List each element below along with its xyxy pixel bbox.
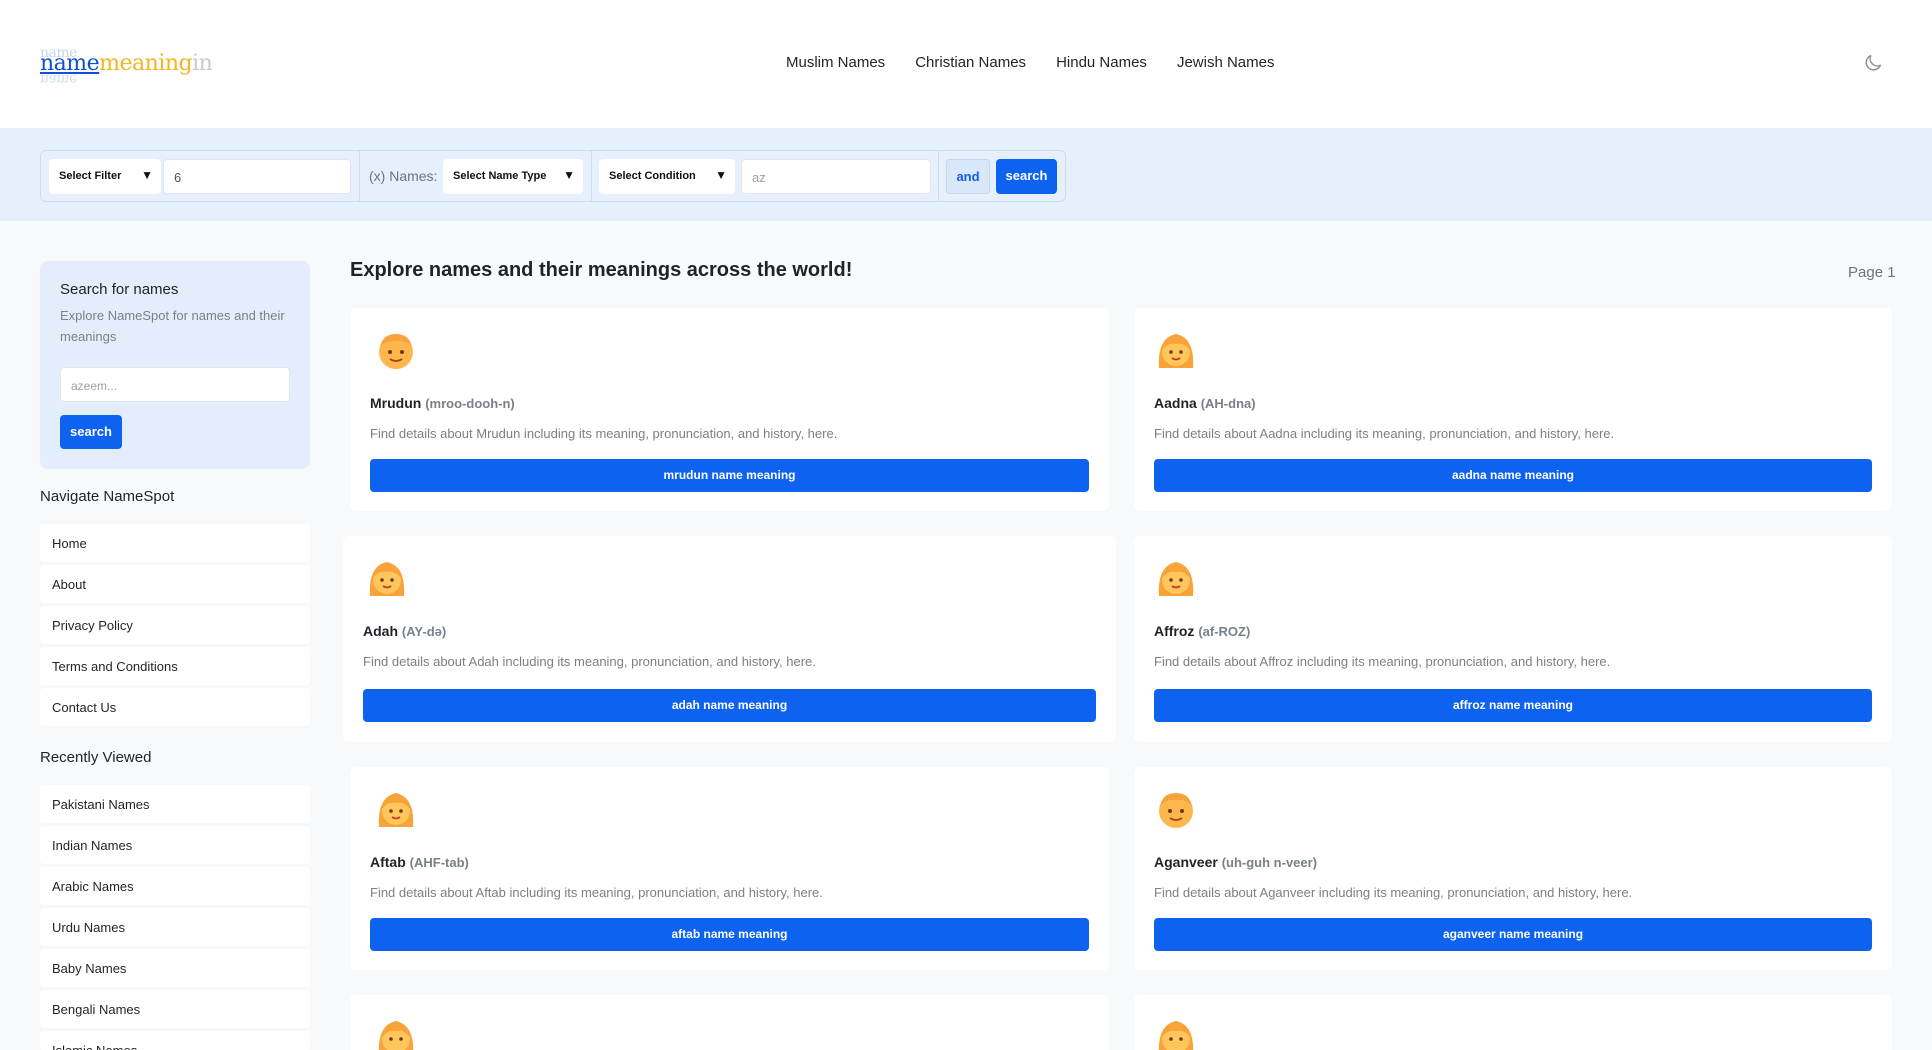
name-line: Mrudun (mroo-dooh-n) — [370, 395, 515, 411]
caret-down-icon: ▼ — [141, 168, 153, 182]
girl-icon — [378, 793, 414, 827]
caret-down-icon: ▼ — [715, 168, 727, 182]
sidebar-item-about[interactable]: About — [40, 565, 310, 603]
name-card: Mrudun (mroo-dooh-n) Find details about … — [350, 308, 1109, 511]
recent-item-pakistani[interactable]: Pakistani Names — [40, 785, 310, 823]
sidebar-item-contact[interactable]: Contact Us — [40, 688, 310, 726]
name-meaning-button[interactable]: adah name meaning — [363, 689, 1096, 722]
sidebar-search-input[interactable]: azeem... — [60, 367, 290, 402]
name-line: Adah (AY-də) — [363, 623, 446, 639]
number-input[interactable]: 6 — [163, 159, 351, 194]
and-button[interactable]: and — [946, 159, 990, 194]
divider — [591, 151, 592, 201]
name-card: Adah (AY-də) Find details about Adah inc… — [343, 536, 1116, 742]
card-description: Find details about Affroz including its … — [1154, 654, 1611, 669]
site-header: name namemeaningin name Muslim Names Chr… — [0, 0, 1932, 128]
nav-hindu-names[interactable]: Hindu Names — [1056, 54, 1147, 71]
divider — [938, 151, 939, 201]
recent-item-islamic[interactable]: Islamic Names — [40, 1031, 310, 1050]
navigate-heading: Navigate NameSpot — [40, 488, 175, 505]
page-number: Page 1 — [1848, 264, 1896, 281]
name-text: Mrudun — [370, 395, 422, 411]
logo-ghost-bottom: name — [40, 71, 77, 87]
name-text: Aganveer — [1154, 854, 1218, 870]
pronunciation-text: (AHF-tab) — [409, 855, 469, 870]
boy-icon — [379, 334, 413, 369]
main-nav: Muslim Names Christian Names Hindu Names… — [786, 54, 1274, 71]
name-meaning-button[interactable]: aadna name meaning — [1154, 459, 1872, 492]
recently-viewed-heading: Recently Viewed — [40, 749, 152, 766]
name-card: Aadna (AH-dna) Find details about Aadna … — [1134, 308, 1892, 511]
sidebar-search-card: Search for names Explore NameSpot for na… — [40, 261, 310, 469]
card-description: Find details about Aadna including its m… — [1154, 426, 1615, 441]
names-label: (x) Names: — [369, 168, 438, 184]
name-card — [350, 995, 1109, 1050]
name-card: Aftab (AHF-tab) Find details about Aftab… — [350, 767, 1109, 970]
boy-icon — [1159, 793, 1193, 828]
pronunciation-text: (AY-də) — [401, 624, 447, 639]
search-card-description: Explore NameSpot for names and their mea… — [60, 308, 285, 344]
name-type-select-value: Select Name Type — [453, 170, 547, 182]
recent-item-indian[interactable]: Indian Names — [40, 826, 310, 864]
girl-icon — [369, 562, 405, 596]
name-text: Aftab — [370, 854, 406, 870]
name-meaning-button[interactable]: aganveer name meaning — [1154, 918, 1872, 951]
name-meaning-button[interactable]: mrudun name meaning — [370, 459, 1089, 492]
name-card: Affroz (af-ROZ) Find details about Affro… — [1134, 536, 1892, 742]
sidebar-item-privacy-policy[interactable]: Privacy Policy — [40, 606, 310, 644]
name-card — [1134, 995, 1892, 1050]
recent-item-urdu[interactable]: Urdu Names — [40, 908, 310, 946]
card-description: Find details about Mrudun including its … — [370, 426, 838, 441]
nav-christian-names[interactable]: Christian Names — [915, 54, 1026, 71]
search-card-title: Search for names — [60, 281, 179, 298]
filter-band: Select Filter ▼ 6 (x) Names: Select Name… — [0, 128, 1932, 221]
name-line: Aadna (AH-dna) — [1154, 395, 1256, 411]
sidebar-search-button[interactable]: search — [60, 415, 122, 449]
sidebar-item-terms[interactable]: Terms and Conditions — [40, 647, 310, 685]
card-description: Find details about Adah including its me… — [363, 654, 816, 669]
condition-select-value: Select Condition — [609, 170, 696, 182]
girl-icon — [1158, 562, 1194, 596]
logo-part-meaning: meaning — [99, 51, 193, 76]
name-text: Aadna — [1154, 395, 1197, 411]
name-type-select[interactable]: Select Name Type ▼ — [443, 159, 583, 194]
pronunciation-text: (uh-guh n-veer) — [1221, 855, 1318, 870]
sidebar-nav-list: Home About Privacy Policy Terms and Cond… — [40, 524, 310, 729]
pronunciation-text: (AH-dna) — [1200, 396, 1256, 411]
divider — [359, 151, 360, 201]
condition-select[interactable]: Select Condition ▼ — [599, 159, 735, 194]
recent-item-baby[interactable]: Baby Names — [40, 949, 310, 987]
filter-select-value: Select Filter — [59, 170, 122, 182]
recent-item-bengali[interactable]: Bengali Names — [40, 990, 310, 1028]
name-line: Affroz (af-ROZ) — [1154, 623, 1250, 639]
logo-part-in: in — [192, 51, 213, 76]
caret-down-icon: ▼ — [563, 168, 575, 182]
name-text: Affroz — [1154, 623, 1195, 639]
filter-toolbar: Select Filter ▼ 6 (x) Names: Select Name… — [40, 150, 1066, 202]
girl-icon — [1158, 334, 1194, 368]
nav-jewish-names[interactable]: Jewish Names — [1177, 54, 1275, 71]
filter-search-button[interactable]: search — [996, 159, 1057, 194]
sidebar-item-home[interactable]: Home — [40, 524, 310, 562]
card-description: Find details about Aganveer including it… — [1154, 885, 1633, 900]
name-card: Aganveer (uh-guh n-veer) Find details ab… — [1134, 767, 1892, 970]
name-meaning-button[interactable]: affroz name meaning — [1154, 689, 1872, 722]
girl-icon — [1158, 1021, 1194, 1050]
filter-select[interactable]: Select Filter ▼ — [49, 159, 161, 194]
name-text: Adah — [363, 623, 398, 639]
girl-icon — [378, 1021, 414, 1050]
name-line: Aftab (AHF-tab) — [370, 854, 469, 870]
page-title: Explore names and their meanings across … — [350, 259, 853, 281]
pronunciation-text: (mroo-dooh-n) — [425, 396, 515, 411]
name-meaning-button[interactable]: aftab name meaning — [370, 918, 1089, 951]
pronunciation-text: (af-ROZ) — [1198, 624, 1251, 639]
card-description: Find details about Aftab including its m… — [370, 885, 823, 900]
nav-muslim-names[interactable]: Muslim Names — [786, 54, 885, 71]
letters-input[interactable]: az — [741, 159, 931, 194]
recently-viewed-list: Pakistani Names Indian Names Arabic Name… — [40, 785, 310, 1050]
site-logo[interactable]: name namemeaningin name — [40, 46, 240, 87]
name-line: Aganveer (uh-guh n-veer) — [1154, 854, 1317, 870]
recent-item-arabic[interactable]: Arabic Names — [40, 867, 310, 905]
moon-icon[interactable] — [1862, 52, 1884, 74]
